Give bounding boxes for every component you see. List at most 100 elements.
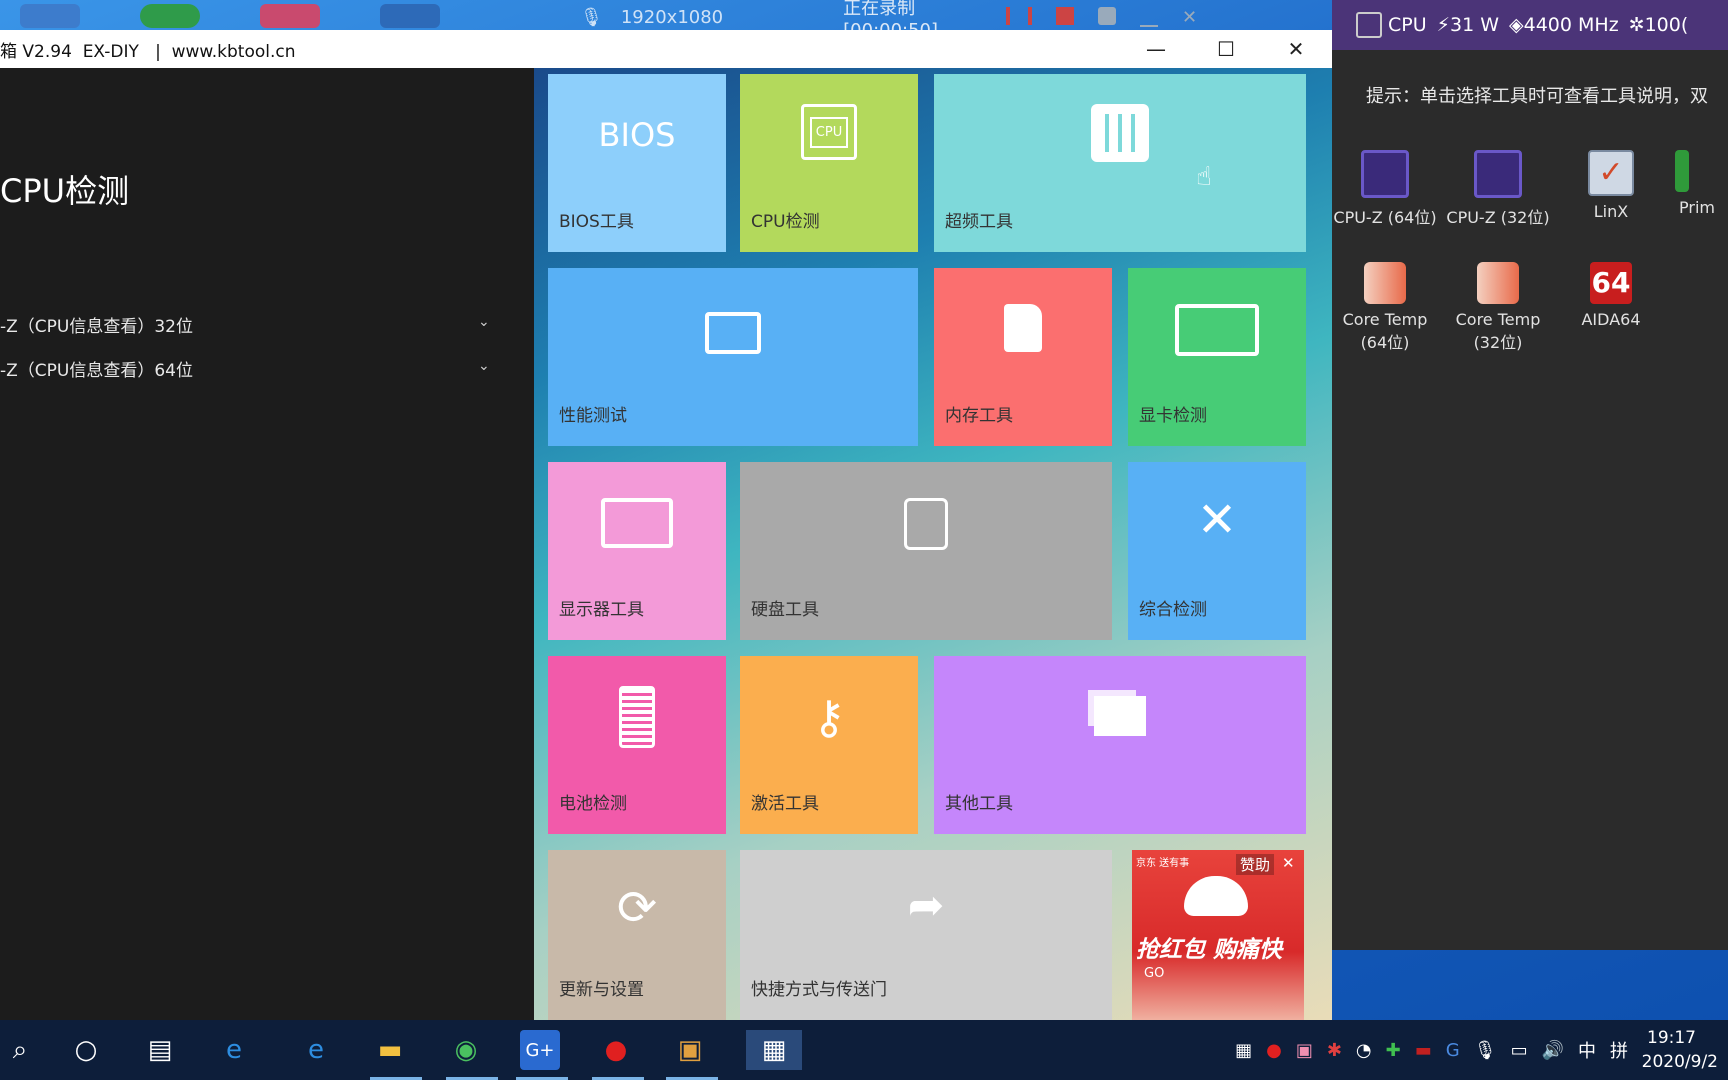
g-app-icon[interactable]: G+ [520, 1030, 560, 1070]
cpu-chip-icon [1356, 12, 1382, 38]
ie-browser-icon[interactable]: e [214, 1030, 254, 1070]
app-linx[interactable]: ✓ LinX [1556, 150, 1666, 221]
tray-bilibili-icon[interactable]: ▣ [1296, 1040, 1313, 1061]
tile-battery[interactable]: 电池检测 [548, 656, 726, 834]
tile-label: 内存工具 [945, 406, 1013, 426]
prime-icon [1675, 150, 1689, 192]
app-coretemp-64[interactable]: Core Temp (64位) [1330, 262, 1440, 353]
tile-label: 电池检测 [559, 794, 627, 814]
cpu-power: 31 W [1449, 14, 1499, 36]
graphics-card-icon [1175, 304, 1259, 356]
tile-bios[interactable]: BIOS BIOS工具 [548, 74, 726, 252]
record-mic-icon[interactable]: 🎙 [580, 7, 603, 28]
ad-banner[interactable]: 京东 送有事 赞助 ✕ 抢红包 购痛快 GO [1132, 850, 1304, 1020]
chevron-down-icon[interactable]: ⌄ [478, 314, 490, 330]
tile-cpu[interactable]: CPU CPU检测 [740, 74, 918, 252]
tile-update[interactable]: ⟳ 更新与设置 [548, 850, 726, 1020]
minimize-button[interactable]: — [1124, 30, 1188, 68]
tile-shortcuts[interactable]: ➦ 快捷方式与传送门 [740, 850, 1112, 1020]
tile-label: 显卡检测 [1139, 406, 1207, 426]
tray-red-app-icon[interactable]: ✱ [1327, 1040, 1342, 1061]
tile-label: BIOS工具 [559, 212, 634, 232]
tray-360-icon[interactable]: ✚ [1386, 1040, 1401, 1061]
tile-label: 超频工具 [945, 212, 1013, 232]
tile-other[interactable]: 其他工具 [934, 656, 1306, 834]
edge-browser-icon[interactable]: e [296, 1030, 336, 1070]
tool-item-cpuz-64[interactable]: -Z（CPU信息查看）64位 ⌄ [0, 352, 500, 384]
tool-item-cpuz-32[interactable]: -Z（CPU信息查看）32位 ⌄ [0, 308, 500, 340]
tile-label: 其他工具 [945, 794, 1013, 814]
file-explorer-icon[interactable]: ▬ [370, 1030, 410, 1070]
ime-mode[interactable]: 拼 [1610, 1037, 1628, 1063]
recorder-close-icon[interactable]: ✕ [1182, 7, 1200, 28]
tray-network-app-icon[interactable]: ◔ [1356, 1040, 1372, 1061]
clock-time: 19:17 [1647, 1028, 1696, 1048]
share-arrow-icon: ➦ [907, 880, 945, 931]
cpu-app-icon[interactable]: ▦ [746, 1030, 802, 1070]
ime-language[interactable]: 中 [1578, 1037, 1596, 1063]
tile-grid: BIOS BIOS工具 CPU CPU检测 超频工具 ☝ 性能测试 内存工具 显… [534, 68, 1332, 1020]
thermometer-icon [1364, 262, 1406, 304]
tray-app-icon[interactable]: ▦ [1235, 1040, 1252, 1061]
tile-performance[interactable]: 性能测试 [548, 268, 918, 446]
key-icon: ⚷ [812, 690, 846, 744]
ad-go-button[interactable]: GO [1144, 966, 1164, 981]
mouse-cursor-icon: ☝ [1196, 162, 1212, 192]
tool-detail-panel: CPU ⚡ 31 W ◈ 4400 MHz ✲ 100( 提示：单击选择工具时可… [1332, 0, 1728, 950]
tray-record-icon[interactable]: ● [1266, 1040, 1282, 1061]
volume-icon[interactable]: 🔊 [1542, 1040, 1564, 1061]
fan-icon: ✲ [1628, 14, 1645, 36]
tile-memory[interactable]: 内存工具 [934, 268, 1112, 446]
bolt-icon: ⚡ [1436, 14, 1450, 36]
app-cpuz-64[interactable]: CPU-Z (64位) [1330, 150, 1440, 228]
pen-icon[interactable] [1140, 7, 1158, 27]
app-cpuz-32[interactable]: CPU-Z (32位) [1443, 150, 1553, 228]
app-label: AIDA64 [1581, 310, 1641, 329]
camera-icon[interactable] [1098, 7, 1116, 25]
record-app-icon[interactable]: ● [596, 1030, 636, 1070]
toolbox-app-icon[interactable]: ▣ [670, 1030, 710, 1070]
ad-brands: 京东 送有事 [1136, 858, 1190, 869]
cortana-icon[interactable]: ○ [66, 1030, 106, 1070]
tools-icon: ✕ [1196, 492, 1238, 548]
tile-overclock[interactable]: 超频工具 ☝ [934, 74, 1306, 252]
app-label: Prim [1679, 198, 1715, 217]
app-coretemp-32[interactable]: Core Temp (32位) [1443, 262, 1553, 353]
taskbar: ⌕ ○ ▤ e e ▬ ◉ G+ ● ▣ ▦ ▦ ● ▣ ✱ ◔ ✚ ▬ G 🎙… [0, 1020, 1728, 1080]
windows-stack-icon [1094, 696, 1146, 736]
tray-g-icon[interactable]: G [1446, 1040, 1460, 1061]
pause-icon[interactable] [1006, 7, 1032, 25]
app-aida64[interactable]: 64 AIDA64 [1556, 262, 1666, 329]
window-title: 箱 V2.94 EX-DIY | www.kbtool.cn [0, 41, 296, 62]
stop-icon[interactable] [1056, 7, 1074, 25]
tray-red-card-icon[interactable]: ▬ [1415, 1040, 1432, 1061]
tile-overall[interactable]: ✕ 综合检测 [1128, 462, 1306, 640]
close-button[interactable]: ✕ [1264, 30, 1328, 68]
tile-label: 更新与设置 [559, 980, 644, 1000]
linx-icon: ✓ [1588, 150, 1634, 196]
chevron-down-icon[interactable]: ⌄ [478, 358, 490, 374]
network-icon[interactable]: ▭ [1511, 1040, 1528, 1061]
task-view-icon[interactable]: ▤ [140, 1030, 180, 1070]
tile-label: 性能测试 [559, 406, 627, 426]
tile-label: 显示器工具 [559, 600, 644, 620]
app-label: CPU-Z (32位) [1446, 208, 1550, 227]
sd-card-icon [1004, 304, 1042, 352]
window-titlebar: 箱 V2.94 EX-DIY | www.kbtool.cn — ☐ ✕ [0, 30, 1332, 69]
search-icon[interactable]: ⌕ [0, 1030, 40, 1070]
app-label: Core Temp (64位) [1342, 310, 1428, 352]
tile-disk[interactable]: 硬盘工具 [740, 462, 1112, 640]
tile-display[interactable]: 显示器工具 [548, 462, 726, 640]
microphone-icon[interactable]: 🎙 [1474, 1040, 1497, 1061]
ad-close-button[interactable]: ✕ [1282, 854, 1295, 872]
cpu-frequency: 4400 MHz [1523, 14, 1619, 36]
browser-360-icon[interactable]: ◉ [446, 1030, 486, 1070]
cpu-chip-icon: CPU [801, 104, 857, 160]
tile-label: CPU检测 [751, 212, 820, 232]
tile-gpu[interactable]: 显卡检测 [1128, 268, 1306, 446]
taskbar-clock[interactable]: 19:17 2020/9/2 [1642, 1026, 1718, 1074]
display-icon [601, 498, 673, 548]
maximize-button[interactable]: ☐ [1194, 30, 1258, 68]
tile-activation[interactable]: ⚷ 激活工具 [740, 656, 918, 834]
app-prime[interactable]: Prim [1669, 150, 1728, 217]
